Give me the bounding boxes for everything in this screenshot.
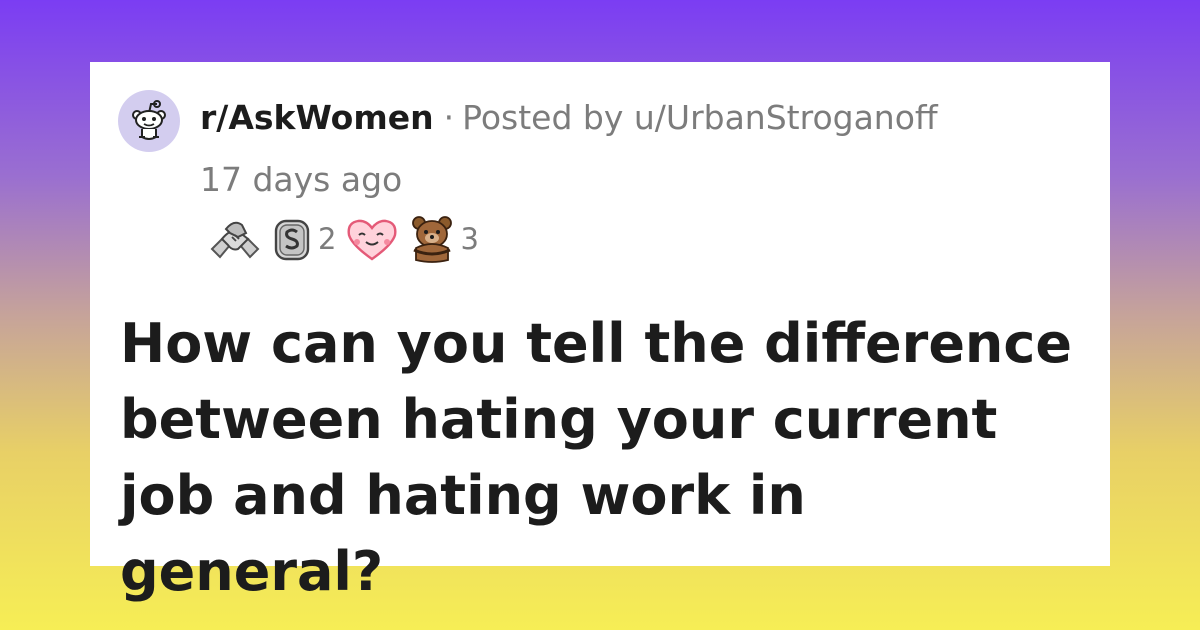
post-card: r/AskWomen · Posted by u/UrbanStroganoff 1… — [90, 62, 1110, 603]
posted-by-label[interactable]: Posted by u/UrbanStroganoff — [462, 98, 938, 137]
post-timestamp: 17 days ago — [200, 160, 403, 199]
award-wholesome-heart[interactable] — [344, 215, 400, 263]
handshake-award-icon — [210, 221, 260, 259]
post-title[interactable]: How can you tell the difference between … — [120, 306, 1080, 610]
meta-separator: · — [443, 98, 455, 137]
award-handshake[interactable] — [208, 215, 262, 263]
reddit-snoo-icon — [132, 100, 166, 140]
post-meta: r/AskWomen · Posted by u/UrbanStroganoff — [200, 96, 938, 140]
silver-award-icon — [274, 219, 310, 261]
award-silver[interactable]: 2 — [270, 215, 336, 263]
subreddit-avatar[interactable] — [118, 90, 180, 152]
wholesome-heart-award-icon — [347, 219, 397, 261]
awards-row[interactable]: 2 3 — [208, 212, 487, 266]
award-count: 2 — [318, 222, 337, 256]
award-count: 3 — [460, 222, 479, 256]
bear-hug-award-icon — [412, 216, 453, 263]
subreddit-link[interactable]: r/AskWomen — [200, 98, 434, 137]
award-bear-hug[interactable]: 3 — [408, 214, 479, 264]
